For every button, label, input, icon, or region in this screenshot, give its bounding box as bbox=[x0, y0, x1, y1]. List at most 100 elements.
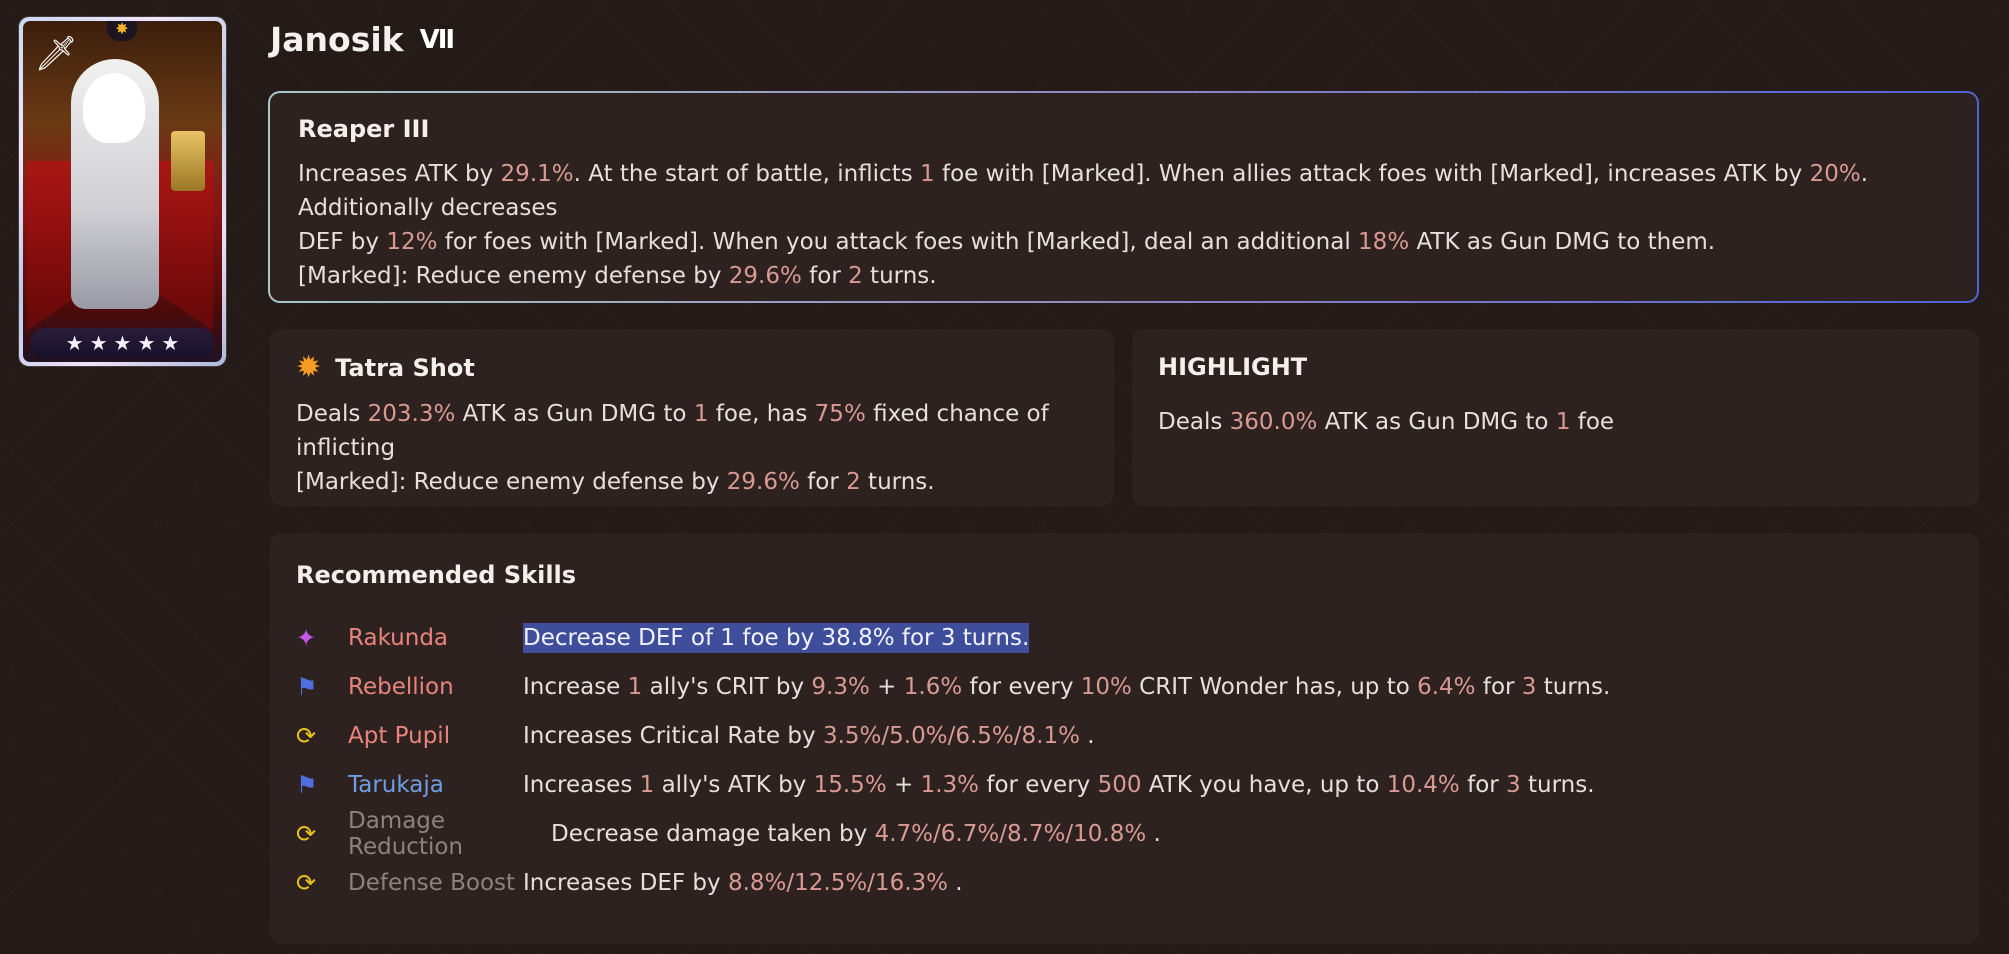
recommended-skill-row[interactable]: ⟳ Apt Pupil Increases Critical Rate by 3.5… bbox=[296, 711, 1953, 760]
description-text: ally's CRIT by bbox=[642, 673, 812, 700]
support-flag-icon: ⚑ bbox=[296, 770, 318, 799]
nuclear-icon: ✦ bbox=[296, 623, 317, 652]
description-text: turns. bbox=[1520, 771, 1595, 798]
highlighted-value: 12% bbox=[386, 229, 438, 255]
description-text: for bbox=[799, 469, 847, 495]
skill-name-link[interactable]: Tarukaja bbox=[348, 772, 523, 798]
sun-burst-icon: ✹ bbox=[296, 350, 322, 385]
description-text: . bbox=[948, 869, 963, 896]
highlighted-value: 3.5%/5.0%/6.5%/8.1% bbox=[822, 722, 1080, 749]
description-text: Increases bbox=[523, 771, 640, 798]
description-text: for bbox=[1459, 771, 1507, 798]
description-line: DEF by 12% for foes with [Marked]. When … bbox=[298, 225, 1949, 259]
star-icon: ★ bbox=[89, 331, 108, 355]
description-text: turns. bbox=[862, 263, 937, 289]
skill-description: Increases 1 ally's ATK by 15.5% + 1.3% f… bbox=[523, 772, 1595, 798]
star-icon: ★ bbox=[161, 331, 180, 355]
description-text: . bbox=[1079, 722, 1095, 749]
description-text: Increase bbox=[523, 673, 628, 700]
star-rating: ★ ★ ★ ★ ★ bbox=[31, 328, 214, 358]
description-text: Increases ATK by bbox=[298, 161, 501, 187]
skill-name-link[interactable]: Apt Pupil bbox=[348, 723, 523, 749]
description-text: Deals bbox=[296, 401, 368, 427]
description-text: [Marked]: Reduce enemy defense by bbox=[296, 469, 727, 495]
description-text: Decrease damage taken by bbox=[551, 820, 875, 847]
description-text: for every bbox=[979, 771, 1098, 798]
description-text: ATK you have, up to bbox=[1141, 771, 1387, 798]
sun-element-icon: ✸ bbox=[107, 21, 137, 41]
highlighted-value: 4.7%/6.7%/8.7%/10.8% bbox=[874, 820, 1147, 847]
highlighted-value: 1 bbox=[920, 161, 935, 187]
highlighted-value: 6.4% bbox=[1417, 673, 1476, 700]
star-icon: ★ bbox=[137, 331, 156, 355]
highlighted-value: 2 bbox=[846, 469, 861, 495]
highlighted-value: 1 bbox=[1555, 409, 1571, 435]
description-text: for every bbox=[962, 673, 1081, 700]
highlighted-value: 1 bbox=[639, 771, 655, 798]
highlighted-value: 203.3% bbox=[367, 401, 456, 427]
highlighted-value: 29.6% bbox=[728, 263, 802, 289]
recommended-skill-row[interactable]: ⚑ Rebellion Increase 1 ally's CRIT by 9.3%… bbox=[296, 662, 1953, 711]
description-text: turns. bbox=[1536, 673, 1611, 700]
recommended-skill-row[interactable]: ⟳ Damage Reduction Decrease damage taken b… bbox=[296, 808, 1953, 860]
description-text: [Marked]: Reduce enemy defense by bbox=[298, 263, 729, 289]
skill-name-link[interactable]: Defense Boost bbox=[348, 870, 523, 896]
support-flag-icon: ⚑ bbox=[296, 672, 318, 701]
description-text: for bbox=[801, 263, 849, 289]
highlighted-value: 1 bbox=[627, 673, 643, 700]
character-name: Janosik bbox=[270, 20, 404, 59]
highlighted-value: 10.4% bbox=[1386, 771, 1460, 798]
character-artwork: 🗡 ✸ ★ ★ ★ ★ ★ bbox=[23, 21, 222, 362]
description-text: Increases DEF by bbox=[523, 869, 728, 896]
gun-shape bbox=[171, 131, 205, 191]
weapon-effect-panel: Reaper III Increases ATK by 29.1%. At th… bbox=[268, 91, 1979, 303]
highlighted-value: 8.8%/12.5%/16.3% bbox=[727, 869, 948, 896]
skill-description: Increase 1 ally's CRIT by 9.3% + 1.6% fo… bbox=[523, 674, 1610, 700]
skill-name-link[interactable]: Rebellion bbox=[348, 674, 523, 700]
skill-title: Tatra Shot bbox=[335, 354, 475, 382]
highlight-title: HIGHLIGHT bbox=[1158, 353, 1308, 381]
highlighted-value: 10% bbox=[1080, 673, 1132, 700]
recommended-skills-panel: Recommended Skills ✦ Rakunda Decrease DEF … bbox=[270, 533, 1979, 944]
description-line: Increases ATK by 29.1%. At the start of … bbox=[298, 157, 1949, 225]
passive-swirl-icon: ⟳ bbox=[296, 868, 317, 897]
rank-badge-icon: VII bbox=[419, 24, 456, 55]
star-icon: ★ bbox=[65, 331, 84, 355]
description-line: [Marked]: Reduce enemy defense by 29.6% … bbox=[296, 465, 1088, 499]
skill-name-link[interactable]: Rakunda bbox=[348, 625, 523, 651]
description-text: + bbox=[869, 673, 904, 700]
description-line: [Marked]: Reduce enemy defense by 29.6% … bbox=[298, 259, 1949, 293]
highlighted-value: 9.3% bbox=[811, 673, 870, 700]
highlighted-value: 500 bbox=[1097, 771, 1142, 798]
skill-description: Increases DEF by 8.8%/12.5%/16.3% . bbox=[523, 870, 963, 896]
highlighted-value: 15.5% bbox=[813, 771, 887, 798]
description-text: foe, has bbox=[708, 401, 815, 427]
passive-swirl-icon: ⟳ bbox=[296, 721, 317, 750]
description-line: Deals 360.0% ATK as Gun DMG to 1 foe bbox=[1158, 405, 1953, 439]
passive-swirl-icon: ⟳ bbox=[296, 819, 317, 848]
highlighted-value: 1 bbox=[693, 401, 709, 427]
description-text: . bbox=[1146, 820, 1161, 847]
description-text: Decrease DEF of 1 foe by 38.8% for 3 tur… bbox=[523, 624, 1030, 651]
recommended-skill-row[interactable]: ⟳ Defense Boost Increases DEF by 8.8%/12.5… bbox=[296, 858, 1953, 907]
description-text: . At the start of battle, inflicts bbox=[573, 161, 921, 187]
highlighted-value: 360.0% bbox=[1229, 409, 1318, 435]
skill-description: Decrease damage taken by 4.7%/6.7%/8.7%/… bbox=[551, 821, 1161, 847]
highlight-panel: HIGHLIGHT Deals 360.0% ATK as Gun DMG to… bbox=[1132, 329, 1979, 506]
highlighted-value: 29.1% bbox=[500, 161, 574, 187]
skill-panel: ✹ Tatra Shot Deals 203.3% ATK as Gun DMG… bbox=[270, 329, 1114, 506]
description-text: ATK as Gun DMG to bbox=[455, 401, 694, 427]
description-text: ally's ATK by bbox=[654, 771, 814, 798]
highlighted-value: 1.6% bbox=[903, 673, 963, 700]
highlighted-value: 29.6% bbox=[726, 469, 800, 495]
character-portrait-card[interactable]: 🗡 ✸ ★ ★ ★ ★ ★ bbox=[19, 17, 226, 366]
recommended-skill-list: ✦ Rakunda Decrease DEF of 1 foe by 38.8% f… bbox=[296, 613, 1953, 907]
star-icon: ★ bbox=[113, 331, 132, 355]
weapon-description: Increases ATK by 29.1%. At the start of … bbox=[298, 157, 1949, 293]
description-text: Deals bbox=[1158, 409, 1230, 435]
recommended-skill-row[interactable]: ⚑ Tarukaja Increases 1 ally's ATK by 15.5%… bbox=[296, 760, 1953, 809]
skill-name-link[interactable]: Damage Reduction bbox=[348, 808, 551, 860]
description-text: foe with [Marked]. When allies attack fo… bbox=[934, 161, 1810, 187]
recommended-skill-row[interactable]: ✦ Rakunda Decrease DEF of 1 foe by 38.8% f… bbox=[296, 613, 1953, 662]
recommended-title: Recommended Skills bbox=[296, 561, 577, 589]
